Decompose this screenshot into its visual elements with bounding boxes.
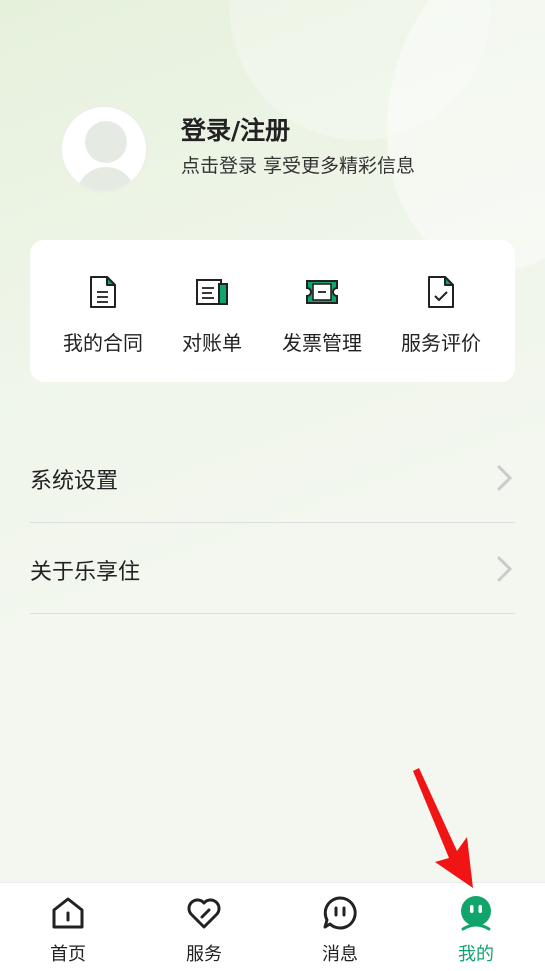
tab-label: 服务 xyxy=(186,944,222,965)
tab-messages[interactable]: 消息 xyxy=(272,883,408,971)
tab-label: 首页 xyxy=(50,944,86,965)
menu-item-label: 系统设置 xyxy=(30,469,119,494)
tab-label: 消息 xyxy=(322,944,358,965)
avatar-head-shape xyxy=(85,121,127,163)
tab-service[interactable]: 服务 xyxy=(136,883,272,971)
quick-action-statement[interactable]: 对账单 xyxy=(152,270,272,360)
profile-face-icon xyxy=(461,896,491,931)
avatar-shoulders-shape xyxy=(76,167,136,191)
statement-icon xyxy=(196,279,228,305)
service-rating-icon xyxy=(428,276,454,308)
menu-item-label: 关于乐享住 xyxy=(30,560,141,585)
login-subtitle: 点击登录 享受更多精彩信息 xyxy=(181,155,416,177)
menu-item-about[interactable]: 关于乐享住 xyxy=(30,523,515,614)
message-bubble-icon xyxy=(323,896,357,930)
heart-service-icon xyxy=(187,898,221,929)
tab-label: 我的 xyxy=(458,944,494,965)
quick-action-label: 对账单 xyxy=(182,331,242,355)
avatar[interactable] xyxy=(60,105,148,193)
home-icon xyxy=(52,897,84,929)
red-arrow-annotation xyxy=(413,768,473,888)
contract-document-icon xyxy=(90,276,116,308)
bottom-tab-bar: 首页 服务 消息 我的 xyxy=(0,882,545,971)
tab-home[interactable]: 首页 xyxy=(0,883,136,971)
login-header[interactable]: 登录/注册 点击登录 享受更多精彩信息 xyxy=(0,0,545,230)
quick-action-my-contract[interactable]: 我的合同 xyxy=(43,270,163,360)
tab-mine[interactable]: 我的 xyxy=(408,883,544,971)
quick-action-invoice-management[interactable]: 发票管理 xyxy=(262,270,382,360)
invoice-ticket-icon xyxy=(306,280,338,304)
menu-item-system-settings[interactable]: 系统设置 xyxy=(30,432,515,523)
quick-action-label: 服务评价 xyxy=(401,331,481,355)
chevron-right-icon xyxy=(497,556,513,582)
quick-action-service-rating[interactable]: 服务评价 xyxy=(381,270,501,360)
login-register-title[interactable]: 登录/注册 xyxy=(181,111,290,147)
quick-action-label: 我的合同 xyxy=(63,331,143,355)
quick-actions-card: 我的合同 对账单 发票管理 服务评价 xyxy=(30,240,515,382)
chevron-right-icon xyxy=(497,465,513,491)
quick-action-label: 发票管理 xyxy=(282,331,362,355)
